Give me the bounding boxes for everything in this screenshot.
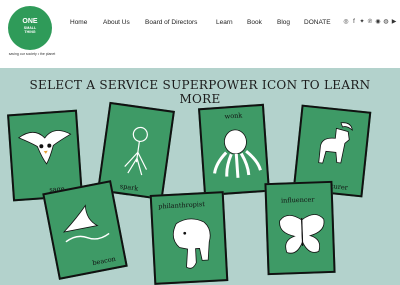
twitter-icon[interactable]: ✦ xyxy=(359,19,365,25)
logo-line2: SMALL THING xyxy=(8,26,52,34)
page-heading-line2: MORE xyxy=(179,92,221,106)
instagram-icon[interactable]: ◎ xyxy=(343,19,349,25)
youtube-icon[interactable]: ▶ xyxy=(391,19,397,25)
owl-icon xyxy=(17,130,72,165)
card-label-influencer: influencer xyxy=(280,195,315,205)
pinterest-icon[interactable]: ℗ xyxy=(367,19,373,25)
card-philanthropist[interactable]: philanthropist xyxy=(149,191,229,285)
card-label-spark: spark xyxy=(119,182,139,193)
card-label-wonk: wonk xyxy=(224,111,243,121)
card-wonk[interactable]: wonk xyxy=(198,103,270,197)
elephant-icon xyxy=(172,218,211,269)
podcast-icon[interactable]: ◍ xyxy=(383,19,389,25)
card-influencer[interactable]: influencer xyxy=(264,180,336,276)
nav-home[interactable]: Home xyxy=(70,19,87,26)
spotify-icon[interactable]: ◉ xyxy=(375,19,381,25)
nav-learn[interactable]: Learn xyxy=(216,19,233,26)
shark-fin-icon xyxy=(62,204,110,243)
card-label-beacon: beacon xyxy=(91,254,117,268)
nav-blog[interactable]: Blog xyxy=(277,19,290,26)
site-tagline: saving our society • the planet xyxy=(8,52,56,56)
logo-line3-text: THING xyxy=(24,30,36,34)
logo-line1: ONE xyxy=(22,18,38,25)
card-label-philanthropist: philanthropist xyxy=(158,200,206,211)
octopus-icon xyxy=(213,129,262,178)
butterfly-icon xyxy=(279,214,325,254)
facebook-icon[interactable]: f xyxy=(351,19,357,25)
nav-book[interactable]: Book xyxy=(247,19,262,26)
nav-donate[interactable]: DONATE xyxy=(304,19,331,26)
site-header: ONE SMALL THING saving our society • the… xyxy=(0,0,400,68)
nav-about-us[interactable]: About Us xyxy=(103,19,130,26)
lightbulb-icon xyxy=(124,126,148,176)
page-heading-line1: SELECT A SERVICE SUPERPOWER ICON TO LEAR… xyxy=(29,78,371,92)
nav-board-of-directors[interactable]: Board of Directors xyxy=(145,19,197,26)
site-logo[interactable]: ONE SMALL THING xyxy=(8,6,52,50)
goat-icon xyxy=(318,122,353,164)
card-beacon[interactable]: beacon xyxy=(42,180,128,280)
